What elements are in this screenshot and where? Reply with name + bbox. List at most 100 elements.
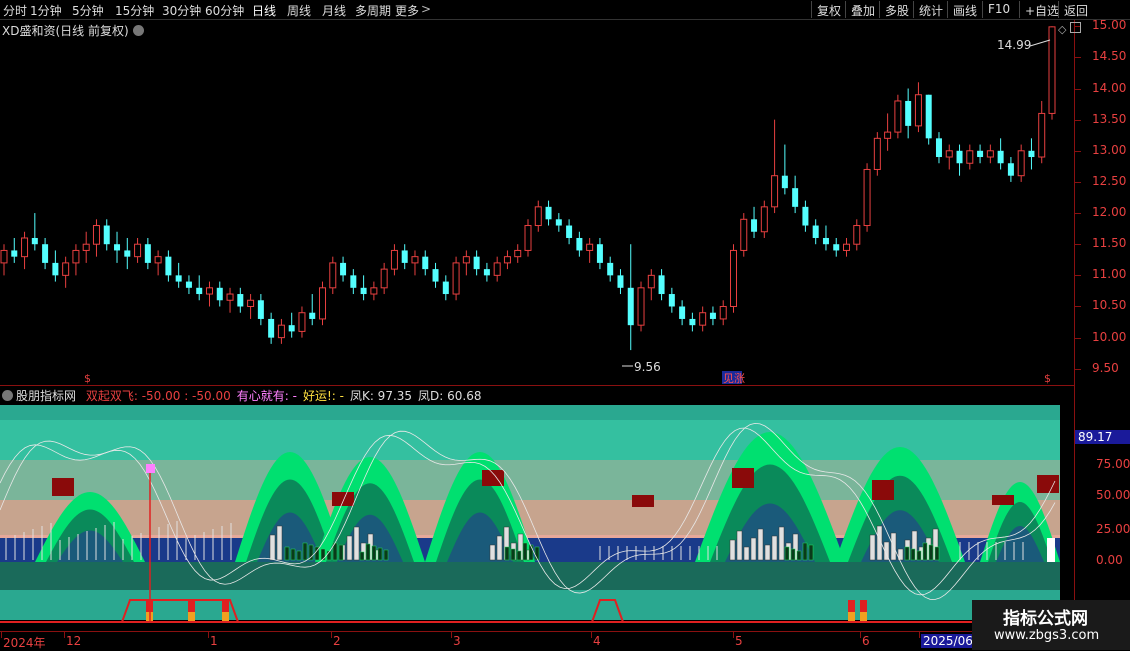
toolbar-button-4[interactable]: 画线 <box>947 1 982 18</box>
toolbar-button-1[interactable]: 叠加 <box>845 1 880 18</box>
period-tab-5[interactable]: 60分钟 <box>205 2 244 19</box>
candle-body <box>894 100 902 133</box>
candle-body <box>483 269 490 276</box>
ind-green-bar <box>934 546 940 561</box>
price-tick-label: 13.50 <box>1092 111 1127 126</box>
period-tab-7[interactable]: 周线 <box>287 2 311 19</box>
dollar-signal-icon: $ <box>84 372 91 385</box>
ind-green-bar <box>383 549 389 561</box>
ind-signal-bar <box>222 600 229 612</box>
settings-diamond-icon[interactable]: ◇ <box>1058 23 1066 36</box>
price-tick <box>1075 150 1081 152</box>
chevron-right-icon[interactable]: > <box>421 2 431 16</box>
period-tab-1[interactable]: 1分钟 <box>30 2 62 19</box>
candle-body <box>216 287 223 301</box>
ind-white-bar <box>276 525 283 561</box>
candle-body <box>689 318 696 326</box>
period-tab-3[interactable]: 15分钟 <box>115 2 154 19</box>
candle-body <box>627 287 634 326</box>
candle-body <box>205 287 213 295</box>
candle-body <box>658 275 665 295</box>
ind-signal-bar <box>860 612 867 622</box>
date-label-8: 2025/06/ <box>921 634 979 648</box>
price-tick <box>1075 306 1081 308</box>
period-tab-2[interactable]: 5分钟 <box>72 2 104 19</box>
chevron-down-icon[interactable] <box>2 390 13 401</box>
price-tick-label: 12.50 <box>1092 173 1127 188</box>
candle-body <box>647 274 655 289</box>
candle-body <box>1038 112 1046 158</box>
price-tick <box>1075 57 1081 59</box>
toolbar-button-0[interactable]: 复权 <box>811 1 846 18</box>
candle-body <box>884 131 892 139</box>
candle-body <box>62 262 70 276</box>
ind-signal-bar <box>188 600 195 612</box>
period-tab-6[interactable]: 日线 <box>252 2 276 19</box>
ind-white-bar <box>743 546 750 561</box>
period-tab-8[interactable]: 月线 <box>322 2 346 19</box>
candle-body <box>247 299 255 307</box>
candle-body <box>309 312 316 319</box>
ind-green-bar <box>516 550 522 561</box>
candle-body <box>833 244 840 251</box>
candle-body <box>268 318 275 338</box>
toolbar-button-2[interactable]: 多股 <box>879 1 914 18</box>
ind-green-bar <box>320 548 326 561</box>
candle-body <box>422 256 429 270</box>
price-tick <box>1075 244 1081 246</box>
indicator-name[interactable]: 股朋指标网 <box>16 389 76 403</box>
candle-body <box>925 94 932 139</box>
candle-body <box>154 256 162 264</box>
ind-signal-bar <box>848 600 855 612</box>
candle-body <box>473 256 480 270</box>
price-tick-label: 11.50 <box>1092 236 1127 251</box>
candle-body <box>792 188 799 207</box>
price-tick-label: 14.50 <box>1092 49 1127 64</box>
period-tab-10[interactable]: 更多 <box>395 2 419 19</box>
candle-body <box>997 150 1004 164</box>
candle-body <box>576 237 583 251</box>
ind-green-bar <box>504 546 510 561</box>
ind-red-block <box>732 468 754 488</box>
date-tick <box>1 632 2 638</box>
period-tab-0[interactable]: 分时 <box>3 2 27 19</box>
date-label-2: 1 <box>210 634 218 648</box>
period-tab-9[interactable]: 多周期 <box>355 2 391 19</box>
price-tick-label: 14.00 <box>1092 80 1127 95</box>
candle-body <box>863 168 871 227</box>
candle-body <box>873 137 881 170</box>
candle-body <box>462 256 470 264</box>
ind-green-bar <box>338 544 344 561</box>
low-price-label: 9.56 <box>634 360 661 374</box>
ind-green-bar <box>308 544 314 561</box>
candle-body <box>679 306 686 319</box>
ind-white-bar <box>764 544 771 561</box>
price-tick <box>1075 181 1081 183</box>
candle-body <box>21 237 29 258</box>
indicator-header: 股朋指标网 双起双飞: -50.00 : -50.00 有心就有: - 好运!: -… <box>2 387 482 404</box>
candle-body <box>586 243 594 251</box>
ind-green-bar <box>790 548 796 561</box>
candle-body <box>257 300 264 319</box>
toolbar-button-5[interactable]: F10 <box>982 1 1015 18</box>
candle-body <box>134 243 142 258</box>
toolbar-button-7[interactable]: 返回 <box>1058 1 1093 18</box>
price-tick <box>1075 88 1081 90</box>
candle-body <box>524 225 532 251</box>
toolbar-button-3[interactable]: 统计 <box>913 1 948 18</box>
ind-green-bar <box>377 547 383 561</box>
candle-body <box>555 219 562 226</box>
high-price-label: 14.99 <box>997 38 1031 52</box>
ind-signal-bar <box>860 600 867 612</box>
window-icon[interactable] <box>1070 22 1082 33</box>
period-tab-4[interactable]: 30分钟 <box>162 2 201 19</box>
ind-red-block <box>992 495 1014 505</box>
candle-body <box>175 275 182 282</box>
candle-body <box>340 262 347 276</box>
date-tick <box>64 632 65 638</box>
indicator-tick-label: 25.00 <box>1096 522 1130 536</box>
candle-body <box>514 249 522 258</box>
indicator-value-2: 好运!: - <box>302 389 344 403</box>
candle-body <box>390 249 398 270</box>
candle-body <box>82 243 90 251</box>
